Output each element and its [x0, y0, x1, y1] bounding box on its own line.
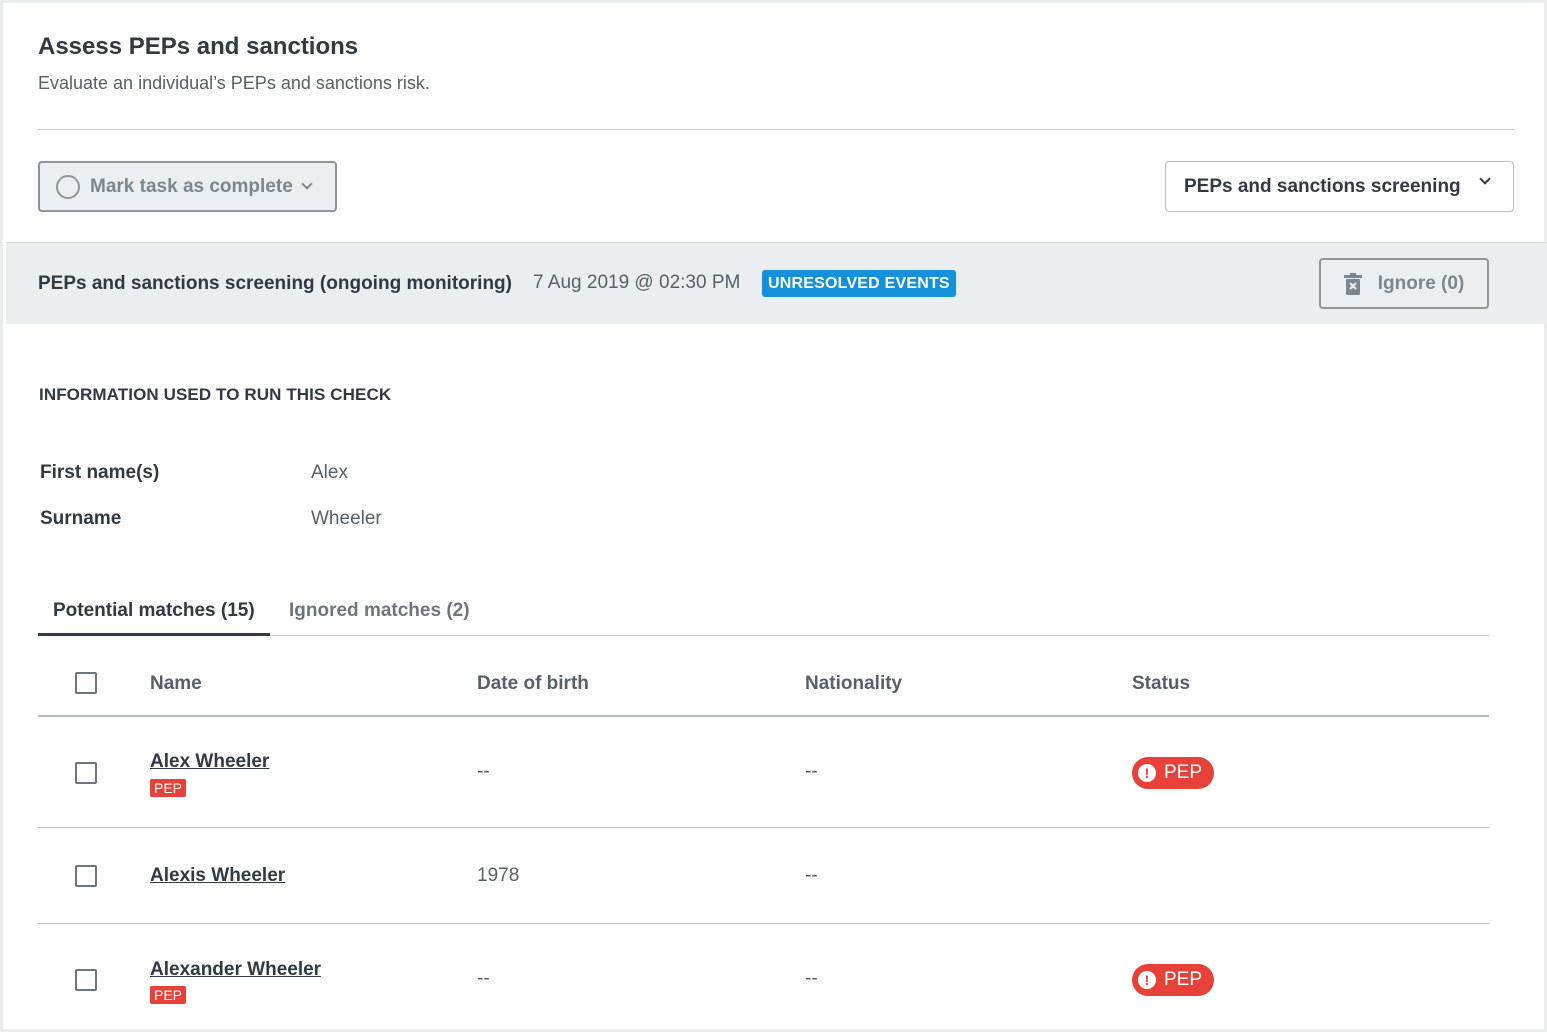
table-header: Name Date of birth Nationality Status	[38, 651, 1489, 717]
status-pill: ! PEP	[1132, 964, 1215, 996]
ignore-label: Ignore (0)	[1377, 272, 1465, 294]
header-divider	[38, 129, 1514, 130]
chevron-down-icon	[1479, 173, 1491, 185]
row-checkbox[interactable]	[75, 762, 97, 784]
ignore-button[interactable]: Ignore (0)	[1319, 258, 1489, 309]
dob-cell: --	[477, 968, 490, 989]
check-datetime: 7 Aug 2019 @ 02:30 PM	[533, 272, 741, 293]
mark-task-complete-button[interactable]: Mark task as complete	[38, 161, 337, 212]
page-subtitle: Evaluate an individual’s PEPs and sancti…	[38, 73, 430, 93]
select-all-checkbox[interactable]	[75, 672, 97, 694]
info-value: Alex	[311, 462, 348, 483]
row-checkbox[interactable]	[75, 865, 97, 887]
dob-cell: 1978	[477, 865, 520, 886]
column-header-status: Status	[1132, 673, 1191, 694]
screening-type-label: PEPs and sanctions screening	[1184, 175, 1461, 197]
status-badge: UNRESOLVED EVENTS	[762, 270, 956, 297]
nationality-cell: --	[805, 968, 818, 989]
pep-tag: PEP	[150, 986, 187, 1004]
tab-ignored-matches[interactable]: Ignored matches (2)	[274, 593, 485, 636]
nationality-cell: --	[805, 865, 818, 886]
page-header: Assess PEPs and sanctions Evaluate an in…	[38, 33, 430, 94]
pep-tag: PEP	[150, 779, 187, 797]
matches-tabs: Potential matches (15) Ignored matches (…	[38, 593, 1489, 636]
trash-icon	[1343, 272, 1362, 295]
column-header-dob: Date of birth	[477, 673, 589, 694]
table-row: Alexander Wheeler PEP -- -- ! PEP	[38, 924, 1489, 1034]
check-summary-bar: PEPs and sanctions screening (ongoing mo…	[6, 242, 1547, 324]
status-label: PEP	[1164, 762, 1203, 783]
info-label: First name(s)	[40, 462, 160, 483]
alert-icon: !	[1138, 971, 1156, 989]
info-label: Surname	[40, 508, 122, 529]
table-row: Alex Wheeler PEP -- -- ! PEP	[38, 717, 1489, 828]
nationality-cell: --	[805, 761, 818, 782]
alert-icon: !	[1138, 764, 1156, 782]
page-title: Assess PEPs and sanctions	[38, 33, 359, 60]
check-title: PEPs and sanctions screening (ongoing mo…	[38, 273, 512, 294]
status-label: PEP	[1164, 969, 1203, 990]
status-pill: ! PEP	[1132, 757, 1215, 789]
info-value: Wheeler	[311, 508, 382, 529]
circle-icon	[56, 174, 80, 199]
column-header-name: Name	[150, 673, 202, 694]
page-frame: Assess PEPs and sanctions Evaluate an in…	[0, 0, 1547, 1032]
tab-potential-matches[interactable]: Potential matches (15)	[38, 593, 270, 636]
screening-type-select[interactable]: PEPs and sanctions screening	[1165, 161, 1514, 212]
match-name-link[interactable]: Alexis Wheeler	[150, 865, 285, 887]
row-checkbox[interactable]	[75, 969, 97, 991]
dob-cell: --	[477, 761, 490, 782]
chevron-down-icon	[301, 178, 313, 190]
column-header-nationality: Nationality	[805, 673, 903, 694]
table-row: Alexis Wheeler 1978 --	[38, 828, 1489, 924]
match-name-link[interactable]: Alex Wheeler	[150, 751, 269, 773]
info-heading: INFORMATION USED TO RUN THIS CHECK	[39, 385, 392, 404]
mark-task-complete-label: Mark task as complete	[90, 175, 293, 197]
match-name-link[interactable]: Alexander Wheeler	[150, 959, 321, 981]
